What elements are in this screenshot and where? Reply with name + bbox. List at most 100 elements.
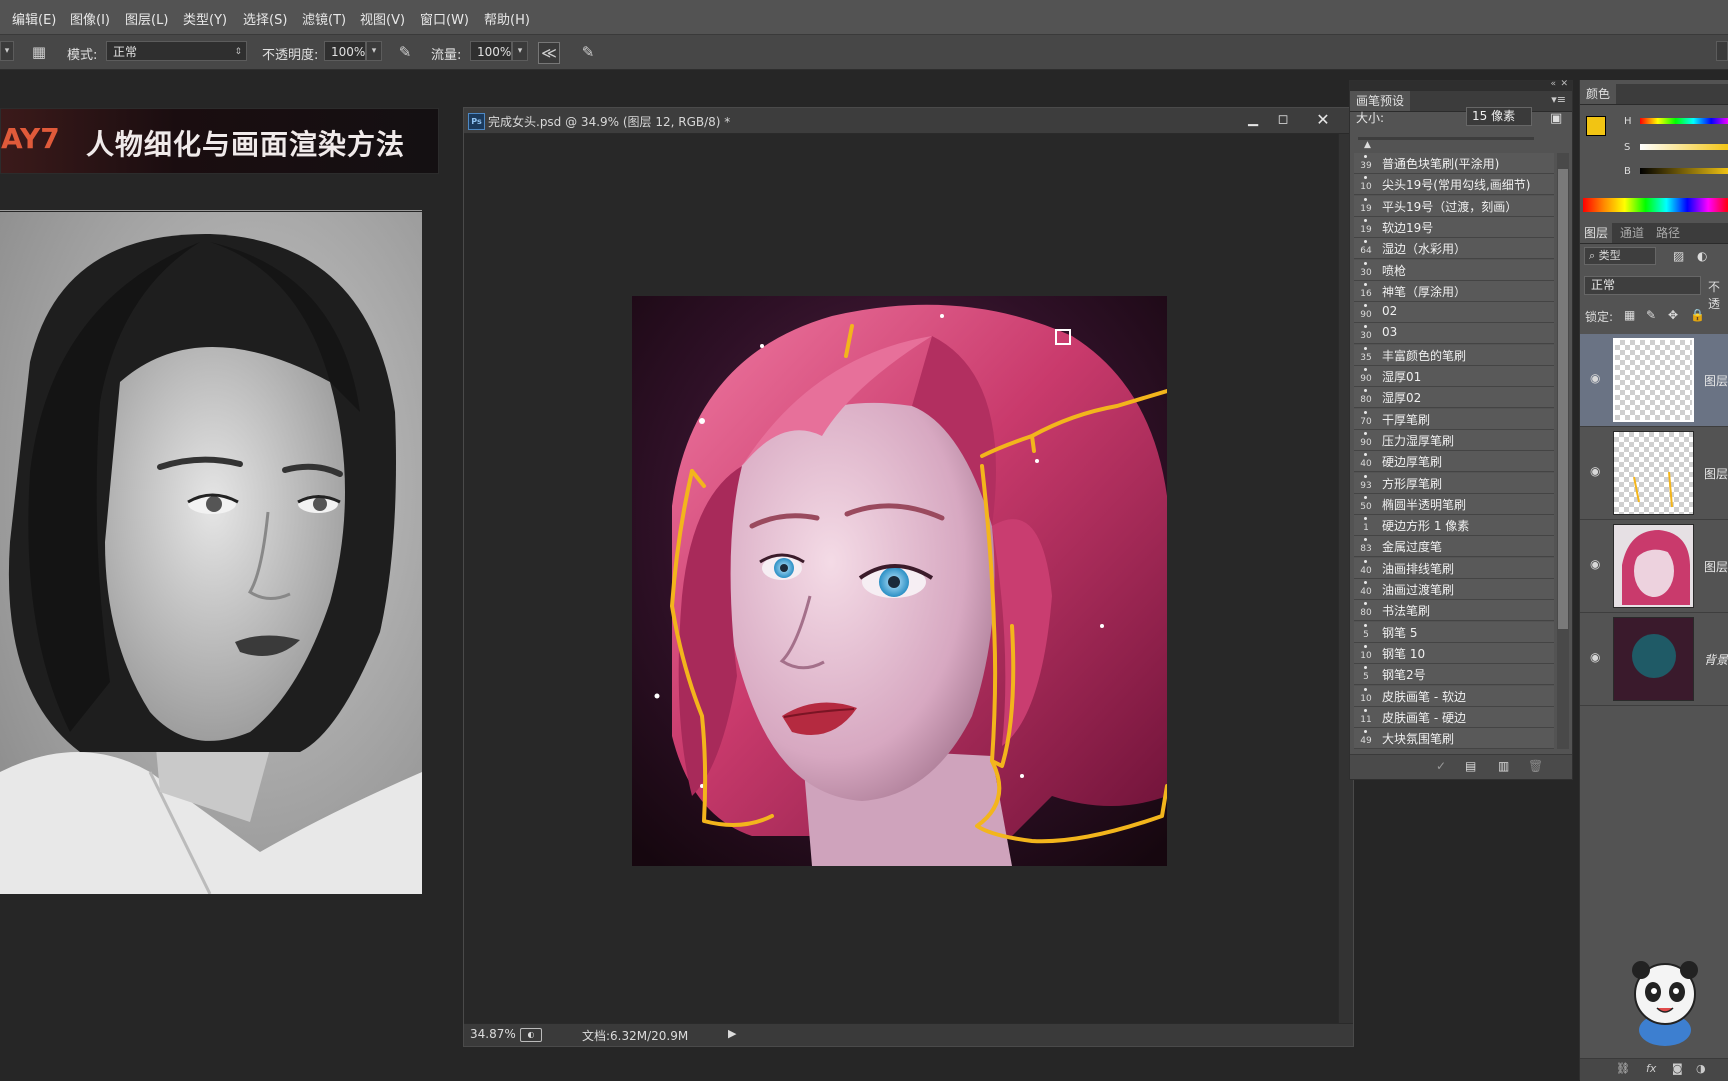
blend-mode-select[interactable]: 正常: [1584, 276, 1701, 295]
brush-preset-item[interactable]: 50 椭圆半透明笔刷: [1354, 493, 1554, 515]
opacity-dropdown[interactable]: ▾: [366, 41, 382, 61]
tab-brush-presets[interactable]: 画笔预设: [1350, 91, 1411, 111]
menu-type[interactable]: 类型(Y): [183, 9, 227, 28]
tool-preset-arrow[interactable]: ▾: [0, 41, 14, 61]
brush-preset-item[interactable]: 83 金属过度笔: [1354, 536, 1554, 558]
adjustment-icon[interactable]: ◑: [1696, 1062, 1706, 1075]
brush-preset-item[interactable]: 40 油画过渡笔刷: [1354, 579, 1554, 600]
brush-preset-item[interactable]: 90 湿厚01: [1354, 366, 1554, 387]
fx-icon[interactable]: fx: [1646, 1062, 1656, 1075]
workspace-button[interactable]: [1716, 41, 1728, 61]
minimize-button[interactable]: ▁: [1240, 111, 1266, 129]
menu-layer[interactable]: 图层(L): [125, 9, 168, 28]
status-menu-arrow-icon[interactable]: ▶: [728, 1027, 736, 1040]
foreground-color-swatch[interactable]: [1586, 116, 1606, 136]
brush-preset-item[interactable]: 40 油画排线笔刷: [1354, 557, 1554, 579]
status-preview-icon[interactable]: ◐: [520, 1028, 542, 1042]
close-button[interactable]: ✕: [1310, 111, 1336, 129]
mode-select[interactable]: 正常 ⇕: [106, 41, 247, 61]
layer-filter-select[interactable]: ⌕ 类型: [1584, 247, 1656, 265]
canvas-painting[interactable]: [632, 296, 1167, 866]
eye-icon[interactable]: ◉: [1590, 558, 1606, 570]
adjust-filter-icon[interactable]: ◐: [1697, 249, 1707, 263]
brush-preset-item[interactable]: 64 湿边（水彩用）: [1354, 238, 1554, 260]
new-brush-icon[interactable]: ▣: [1550, 111, 1566, 127]
brush-preset-item[interactable]: 30 03: [1354, 323, 1554, 345]
brush-preset-item[interactable]: 90 02: [1354, 302, 1554, 324]
toggle-brush-icon[interactable]: ✓: [1436, 759, 1446, 773]
scroll-thumb[interactable]: [1558, 169, 1568, 629]
pressure-opacity-icon[interactable]: ✎: [395, 42, 415, 62]
airbrush-icon[interactable]: ≪: [538, 42, 560, 64]
link-icon[interactable]: ⛓: [1616, 1062, 1630, 1075]
eye-icon[interactable]: ◉: [1590, 651, 1606, 663]
brush-preset-item[interactable]: 11 皮肤画笔 - 硬边: [1354, 706, 1554, 728]
tab-layers[interactable]: 图层: [1580, 223, 1613, 243]
tab-paths[interactable]: 路径: [1652, 223, 1684, 243]
create-brush-icon[interactable]: ▥: [1498, 759, 1509, 773]
lock-move-icon[interactable]: ✥: [1668, 308, 1678, 322]
tab-color[interactable]: 颜色: [1580, 84, 1617, 104]
layer-row[interactable]: ◉ 背景: [1580, 613, 1728, 706]
lock-transparent-icon[interactable]: ▦: [1624, 308, 1635, 322]
brush-preset-item[interactable]: 80 湿厚02: [1354, 387, 1554, 409]
hue-slider[interactable]: [1640, 118, 1728, 124]
size-slider-thumb[interactable]: ▲: [1364, 140, 1371, 150]
mask-icon[interactable]: ◙: [1672, 1062, 1683, 1075]
eye-icon[interactable]: ◉: [1590, 372, 1606, 384]
brush-preset-item[interactable]: 10 钢笔 10: [1354, 642, 1554, 664]
menu-edit[interactable]: 编辑(E): [12, 9, 56, 28]
brush-preset-item[interactable]: 90 压力湿厚笔刷: [1354, 429, 1554, 451]
brush-list-scrollbar[interactable]: [1557, 153, 1569, 749]
panel-menu-icon[interactable]: ▾≡: [1551, 93, 1566, 106]
pressure-size-icon[interactable]: ✎: [578, 42, 598, 62]
color-ramp[interactable]: [1583, 198, 1728, 212]
panel-close-icon[interactable]: ✕: [1560, 79, 1568, 89]
brush-preset-item[interactable]: 40 硬边厚笔刷: [1354, 451, 1554, 473]
lock-all-icon[interactable]: 🔒: [1690, 308, 1705, 322]
flow-dropdown[interactable]: ▾: [512, 41, 528, 61]
menu-image[interactable]: 图像(I): [70, 9, 110, 28]
flow-input[interactable]: 100%: [470, 41, 512, 61]
menu-select[interactable]: 选择(S): [243, 9, 287, 28]
layer-row[interactable]: ◉ 图层: [1580, 427, 1728, 520]
layer-row[interactable]: ◉ 图层: [1580, 334, 1728, 427]
trash-icon[interactable]: 🗑: [1528, 759, 1543, 773]
brush-panel-toggle-icon[interactable]: ▦: [29, 42, 49, 62]
size-slider[interactable]: [1358, 137, 1534, 140]
opacity-input[interactable]: 100%: [324, 41, 366, 61]
image-filter-icon[interactable]: ▨: [1673, 249, 1684, 263]
brush-preset-item[interactable]: 19 平头19号（过渡，刻画）: [1354, 195, 1554, 217]
brush-preset-item[interactable]: 70 干厚笔刷: [1354, 408, 1554, 430]
collapse-icon[interactable]: «: [1550, 79, 1556, 89]
brush-preset-item[interactable]: 5 钢笔 5: [1354, 621, 1554, 643]
document-title-bar[interactable]: Ps 完成女头.psd @ 34.9% (图层 12, RGB/8) * ▁ ◻…: [464, 108, 1353, 134]
zoom-level[interactable]: 34.87%: [470, 1027, 516, 1041]
saturation-slider[interactable]: [1640, 144, 1728, 150]
brightness-slider[interactable]: [1640, 168, 1728, 174]
brush-preset-item[interactable]: 39 普通色块笔刷(平涂用): [1354, 153, 1554, 174]
menu-view[interactable]: 视图(V): [360, 9, 405, 28]
brush-preset-item[interactable]: 35 丰富颜色的笔刷: [1354, 344, 1554, 366]
menu-filter[interactable]: 滤镜(T): [302, 9, 346, 28]
brush-preset-item[interactable]: 16 神笔（厚涂用）: [1354, 280, 1554, 302]
tab-channels[interactable]: 通道: [1616, 223, 1648, 243]
brush-preset-item[interactable]: 30 喷枪: [1354, 259, 1554, 281]
menu-window[interactable]: 窗口(W): [420, 9, 469, 28]
brush-preset-item[interactable]: 80 书法笔刷: [1354, 600, 1554, 622]
brush-preset-item[interactable]: 19 软边19号: [1354, 216, 1554, 238]
eye-icon[interactable]: ◉: [1590, 465, 1606, 477]
maximize-button[interactable]: ◻: [1270, 111, 1296, 129]
lock-paint-icon[interactable]: ✎: [1646, 308, 1656, 322]
size-input[interactable]: 15 像素: [1466, 107, 1532, 126]
brush-preset-item[interactable]: 1 硬边方形 1 像素: [1354, 515, 1554, 537]
layer-row[interactable]: ◉ 图层: [1580, 520, 1728, 613]
panel-dock-header[interactable]: « ✕: [1350, 79, 1572, 91]
brush-preset-item[interactable]: 10 尖头19号(常用勾线,画细节): [1354, 174, 1554, 196]
brush-preset-item[interactable]: 10 皮肤画笔 - 软边: [1354, 685, 1554, 707]
menu-help[interactable]: 帮助(H): [484, 9, 530, 28]
brush-preset-item[interactable]: 5 钢笔2号: [1354, 664, 1554, 686]
brush-preset-item[interactable]: 93 方形厚笔刷: [1354, 472, 1554, 494]
brush-preset-item[interactable]: 49 大块氛围笔刷: [1354, 728, 1554, 749]
brush-settings-icon[interactable]: ▤: [1465, 759, 1476, 773]
